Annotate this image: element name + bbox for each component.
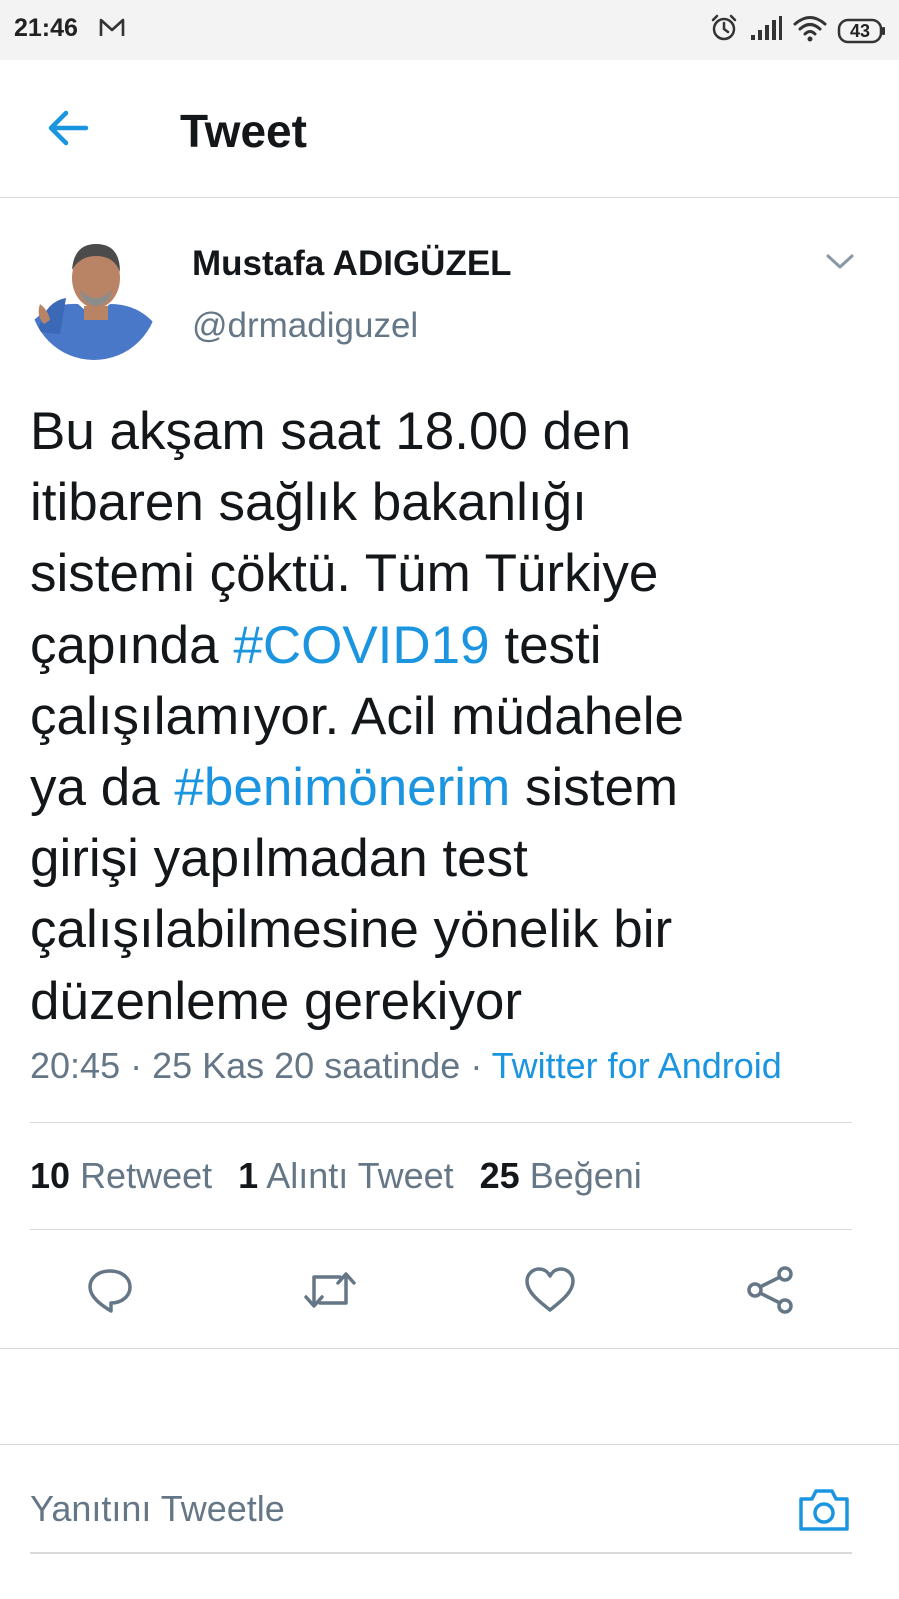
like-icon — [525, 1267, 575, 1312]
chevron-down-icon — [826, 254, 854, 269]
author-name[interactable]: Mustafa ADIGÜZEL — [192, 244, 512, 284]
tweet-text-line: çalışılabilmesine yönelik bir — [30, 900, 673, 960]
retweet-button[interactable] — [302, 1262, 358, 1318]
divider — [30, 1122, 852, 1123]
avatar[interactable] — [30, 232, 158, 360]
tweet-text-line: ya da #benimönerim sistem — [30, 758, 679, 818]
tweet-text-line: çalışılamıyor. Acil müdahele — [30, 686, 684, 746]
status-icons: 43 — [709, 13, 887, 48]
tweet-text-line: girişi yapılmadan test — [30, 829, 528, 889]
tweet-source-link[interactable]: Twitter for Android — [492, 1045, 782, 1086]
hashtag-benimonerim-link[interactable]: #benimönerim — [174, 758, 510, 817]
more-options-button[interactable] — [820, 245, 860, 279]
avatar-image — [30, 232, 158, 360]
tweet-text-line: düzenleme gerekiyor — [30, 971, 522, 1031]
tweet-text-line: itibaren sağlık bakanlığı — [30, 473, 587, 533]
alarm-icon — [709, 13, 739, 48]
tweet-text-line: sistemi çöktü. Tüm Türkiye — [30, 544, 659, 604]
battery-level: 43 — [849, 20, 871, 41]
like-button[interactable] — [522, 1262, 578, 1318]
status-bar: 21:46 43 — [0, 0, 899, 60]
wifi-icon — [793, 14, 827, 47]
share-button[interactable] — [742, 1262, 798, 1318]
page-title: Tweet — [180, 105, 307, 157]
tweet-time-date: 20:45 · 25 Kas 20 saatinde · — [30, 1045, 492, 1086]
hashtag-covid19-link[interactable]: #COVID19 — [233, 616, 489, 675]
share-icon — [747, 1266, 793, 1314]
tweet-text-line: Bu akşam saat 18.00 den — [30, 402, 632, 461]
reply-input[interactable]: Yanıtını Tweetle — [30, 1488, 285, 1530]
battery-icon: 43 — [837, 18, 887, 44]
status-time: 21:46 — [14, 14, 78, 42]
app-header: Tweet — [0, 60, 899, 198]
camera-icon — [799, 1489, 849, 1531]
signal-icon — [749, 15, 783, 46]
tweet-text: Bu akşam saat 18.00 den itibaren sağlık … — [30, 396, 850, 1037]
reply-button[interactable] — [82, 1262, 138, 1318]
tweet-stats: 10 Retweet 1 Alıntı Tweet 25 Beğeni — [30, 1155, 668, 1197]
retweet-icon — [304, 1272, 356, 1308]
reply-bar: Yanıtını Tweetle — [0, 1444, 899, 1568]
camera-button[interactable] — [797, 1484, 851, 1534]
reply-input-underline — [30, 1552, 852, 1554]
divider — [30, 1229, 852, 1230]
author-handle[interactable]: @drmadiguzel — [192, 306, 418, 346]
action-bar — [0, 1262, 899, 1318]
retweets-stat[interactable]: 10 Retweet — [30, 1155, 212, 1196]
tweet-text-line: çapında #COVID19 testi — [30, 615, 602, 675]
back-button[interactable] — [42, 102, 94, 154]
arrow-left-icon — [48, 110, 89, 146]
divider — [0, 1348, 899, 1349]
likes-stat[interactable]: 25 Beğeni — [480, 1155, 642, 1196]
mail-icon — [98, 16, 126, 45]
tweet-timestamp: 20:45 · 25 Kas 20 saatinde · Twitter for… — [30, 1045, 782, 1087]
quotes-stat[interactable]: 1 Alıntı Tweet — [238, 1155, 453, 1196]
reply-icon — [88, 1269, 132, 1313]
